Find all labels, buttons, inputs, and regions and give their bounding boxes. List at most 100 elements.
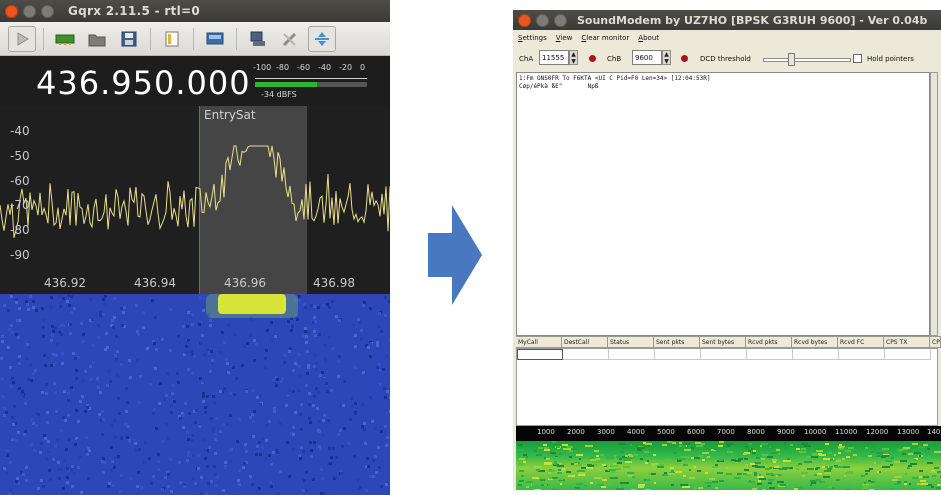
y-axis-label: -70 bbox=[10, 198, 30, 212]
network-icon[interactable] bbox=[244, 26, 272, 52]
smeter-scale-label: -60 bbox=[297, 63, 311, 72]
smeter-scale-label: -40 bbox=[318, 63, 332, 72]
stats-table-body bbox=[516, 348, 938, 426]
gqrx-toolbar bbox=[0, 22, 390, 56]
monitor-icon[interactable] bbox=[201, 26, 229, 52]
tools-icon[interactable] bbox=[276, 26, 304, 52]
cha-spin-button[interactable]: ▲ ▼ bbox=[569, 50, 578, 65]
table-cell[interactable] bbox=[609, 349, 655, 360]
column-header[interactable]: Sent bytes bbox=[700, 336, 746, 348]
fft-trace-line bbox=[0, 145, 390, 238]
hardware-icon[interactable] bbox=[51, 26, 79, 52]
soundmodem-titlebar: SoundModem by UZ7HO [BPSK G3RUH 9600] - … bbox=[513, 10, 941, 30]
slider-handle[interactable] bbox=[788, 53, 795, 66]
signal-trace bbox=[218, 294, 286, 314]
audio-spectrum-waterfall[interactable] bbox=[516, 441, 941, 490]
table-cell[interactable] bbox=[563, 349, 609, 360]
chb-label: ChB bbox=[607, 55, 622, 63]
cha-frequency-input[interactable]: 11555 bbox=[539, 50, 569, 65]
scale-label: 11000 bbox=[835, 428, 858, 436]
menu-clear-monitor[interactable]: Clear monitor bbox=[581, 34, 629, 42]
scale-label: 7000 bbox=[717, 428, 735, 436]
play-icon[interactable] bbox=[8, 25, 36, 52]
stats-table-header: MyCall DestCall Status Sent pkts Sent by… bbox=[516, 336, 941, 348]
waterfall-display[interactable] bbox=[0, 294, 390, 495]
column-header[interactable]: Rcvd bytes bbox=[792, 336, 838, 348]
signal-meter: -100 -80 -60 -40 -20 0 -34 dBFS bbox=[253, 63, 371, 101]
fft-plot[interactable]: EntrySat -40 -50 -60 -70 -80 -90 436.92 … bbox=[0, 106, 390, 294]
frequency-panel: 436.950.000 -100 -80 -60 -40 -20 0 -34 d… bbox=[0, 56, 390, 106]
menu-settings[interactable]: Settings bbox=[518, 34, 547, 42]
table-cell[interactable] bbox=[747, 349, 793, 360]
toolbar-separator bbox=[193, 27, 194, 50]
monitor-line: 1:Fm ONS0FR To F6KTA <UI C Pid=F0 Len=34… bbox=[519, 75, 711, 82]
column-header[interactable]: Status bbox=[608, 336, 654, 348]
smeter-level-track bbox=[317, 82, 367, 87]
menu-view[interactable]: View bbox=[556, 34, 573, 42]
column-header[interactable]: CP bbox=[930, 336, 941, 348]
column-header[interactable]: Rcvd FC bbox=[838, 336, 884, 348]
scale-label: 4000 bbox=[627, 428, 645, 436]
maximize-icon[interactable] bbox=[554, 13, 567, 27]
table-cell[interactable] bbox=[839, 349, 885, 360]
open-folder-icon[interactable] bbox=[83, 26, 111, 52]
smeter-level-bar bbox=[255, 82, 317, 87]
smeter-scale-label: -20 bbox=[339, 63, 353, 72]
gqrx-window: Gqrx 2.11.5 - rtl=0 436.950.000 -100 -80… bbox=[0, 0, 390, 495]
menu-about[interactable]: About bbox=[638, 34, 659, 42]
toolbar-separator bbox=[43, 27, 44, 50]
column-header[interactable]: Rcvd pkts bbox=[746, 336, 792, 348]
spectrum-noise bbox=[517, 441, 941, 490]
scale-label: 10000 bbox=[804, 428, 827, 436]
y-axis-label: -50 bbox=[10, 149, 30, 163]
hold-pointers-checkbox[interactable] bbox=[853, 54, 862, 63]
fft-trace bbox=[0, 145, 390, 238]
table-cell[interactable] bbox=[885, 349, 931, 360]
minimize-icon[interactable] bbox=[536, 13, 549, 27]
column-header[interactable]: MyCall bbox=[516, 336, 562, 348]
table-cell[interactable] bbox=[655, 349, 701, 360]
scale-label: 9000 bbox=[777, 428, 795, 436]
chb-frequency-input[interactable]: 9600 bbox=[632, 50, 662, 65]
table-cell[interactable] bbox=[701, 349, 747, 360]
column-header[interactable]: DestCall bbox=[562, 336, 608, 348]
table-cell[interactable] bbox=[793, 349, 839, 360]
minimize-icon[interactable] bbox=[23, 4, 36, 18]
close-icon[interactable] bbox=[5, 4, 18, 18]
column-header[interactable]: CPS TX bbox=[884, 336, 930, 348]
dcd-threshold-slider[interactable] bbox=[763, 49, 851, 69]
menu-bar: Settings View Clear monitor About bbox=[513, 30, 941, 46]
soundmodem-window: SoundModem by UZ7HO [BPSK G3RUH 9600] - … bbox=[513, 10, 941, 490]
center-icon[interactable] bbox=[308, 25, 336, 52]
slider-track bbox=[763, 58, 851, 62]
close-icon[interactable] bbox=[518, 13, 531, 27]
x-axis-label: 436.94 bbox=[134, 276, 176, 290]
scale-label: 1000 bbox=[537, 428, 555, 436]
y-axis-label: -90 bbox=[10, 248, 30, 262]
toolbar-separator bbox=[236, 27, 237, 50]
chb-spin-button[interactable]: ▲ ▼ bbox=[662, 50, 671, 65]
table-cell[interactable] bbox=[517, 349, 563, 360]
y-axis-label: -60 bbox=[10, 174, 30, 188]
smeter-scale-label: 0 bbox=[360, 63, 366, 72]
document-icon[interactable] bbox=[158, 26, 186, 52]
scale-label: 12000 bbox=[866, 428, 889, 436]
monitor-line: Cøp/éPkà ßE" Npß bbox=[519, 83, 599, 90]
scale-label: 140 bbox=[927, 428, 941, 436]
toolbar-separator bbox=[150, 27, 151, 50]
hold-pointers-label: Hold pointers bbox=[867, 55, 914, 63]
x-axis-label: 436.98 bbox=[313, 276, 355, 290]
scale-label: 6000 bbox=[687, 428, 705, 436]
monitor-scrollbar[interactable] bbox=[930, 72, 938, 336]
maximize-icon[interactable] bbox=[41, 4, 54, 18]
dcd-threshold-label: DCD threshold bbox=[700, 55, 751, 63]
frequency-display[interactable]: 436.950.000 bbox=[36, 64, 251, 102]
scale-label: 2000 bbox=[567, 428, 585, 436]
monitor-textarea[interactable]: 1:Fm ONS0FR To F6KTA <UI C Pid=F0 Len=34… bbox=[516, 72, 930, 336]
screenshot-root: Gqrx 2.11.5 - rtl=0 436.950.000 -100 -80… bbox=[0, 0, 941, 495]
column-header[interactable]: Sent pkts bbox=[654, 336, 700, 348]
smeter-ticks bbox=[255, 73, 367, 79]
scale-label: 5000 bbox=[657, 428, 675, 436]
save-icon[interactable] bbox=[115, 26, 143, 52]
x-axis-label: 436.96 bbox=[224, 276, 266, 290]
